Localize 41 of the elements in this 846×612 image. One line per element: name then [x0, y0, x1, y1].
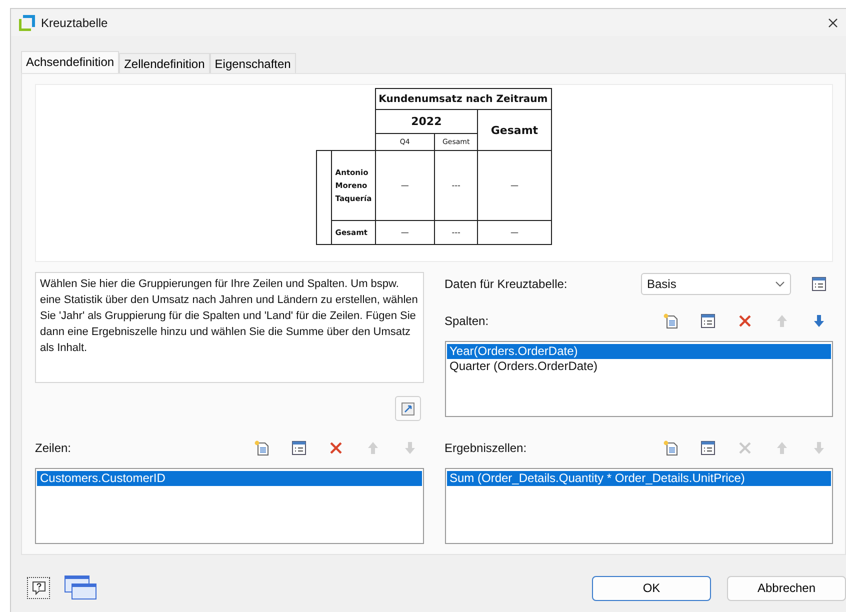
add-icon[interactable] [254, 440, 270, 456]
window-title: Kreuztabelle [41, 16, 108, 30]
table-cell: — [375, 150, 434, 220]
table-cell: --- [434, 220, 478, 244]
help-icon[interactable] [27, 577, 50, 599]
app-logo-icon [19, 14, 35, 30]
table-cell: — [478, 150, 552, 220]
column-group-header: 2022 [375, 110, 478, 134]
add-icon[interactable] [663, 440, 679, 456]
table-cell: — [478, 220, 552, 244]
list-item[interactable]: Sum (Order_Details.Quantity * Order_Details.UnitPrice) [446, 471, 831, 486]
list-item[interactable]: Customers.CustomerID [37, 471, 422, 486]
list-item[interactable]: Year(Orders.OrderDate) [446, 344, 831, 359]
list-item[interactable]: Quarter (Orders.OrderDate) [446, 359, 831, 374]
column-total-header: Gesamt [478, 110, 552, 151]
crosstab-title: Kundenumsatz nach Zeitraum [375, 88, 552, 110]
cancel-button[interactable]: Abbrechen [727, 576, 846, 600]
delete-icon[interactable] [737, 313, 753, 329]
ok-button[interactable]: OK [592, 576, 711, 600]
table-cell: — [375, 220, 434, 244]
data-source-label: Daten für Kreuztabelle: [444, 277, 568, 291]
list-icon[interactable] [700, 313, 716, 329]
tab[interactable]: Eigenschaften [210, 53, 296, 73]
chevron-down-icon [775, 281, 785, 287]
section-label: Zeilen: [35, 441, 72, 455]
list-icon[interactable] [811, 276, 827, 292]
list-icon[interactable] [290, 440, 306, 456]
swap-axes-icon[interactable] [394, 396, 420, 421]
delete-icon[interactable] [328, 440, 344, 456]
add-icon[interactable] [663, 313, 679, 329]
list-icon[interactable] [700, 440, 716, 456]
tab[interactable]: Achsendefinition [21, 51, 120, 73]
description-text: Wählen Sie hier die Gruppierungen für Ihre Zeilen und Spalten. Um bspw. eine Statistik über den Umsatz nach Jahren und Ländern zu erstellen, wählen Sie 'Jahr' als Gruppierung für die Spalten und 'Land' für die Zeilen. Fügen Sie dann eine Ergebniszelle hinzu und wählen Sie die Summe über den Umsatz als Inhalt. [35, 272, 424, 383]
tab[interactable]: Zellendefinition [119, 53, 210, 73]
close-icon[interactable] [828, 18, 838, 28]
section-label: Ergebniszellen: [444, 441, 527, 455]
arrow-down-icon[interactable] [811, 313, 827, 329]
data-source-dropdown[interactable]: Basis [641, 273, 791, 295]
windows-icon[interactable] [64, 575, 98, 601]
section-label: Spalten: [444, 314, 489, 328]
table-cell: --- [434, 150, 478, 220]
